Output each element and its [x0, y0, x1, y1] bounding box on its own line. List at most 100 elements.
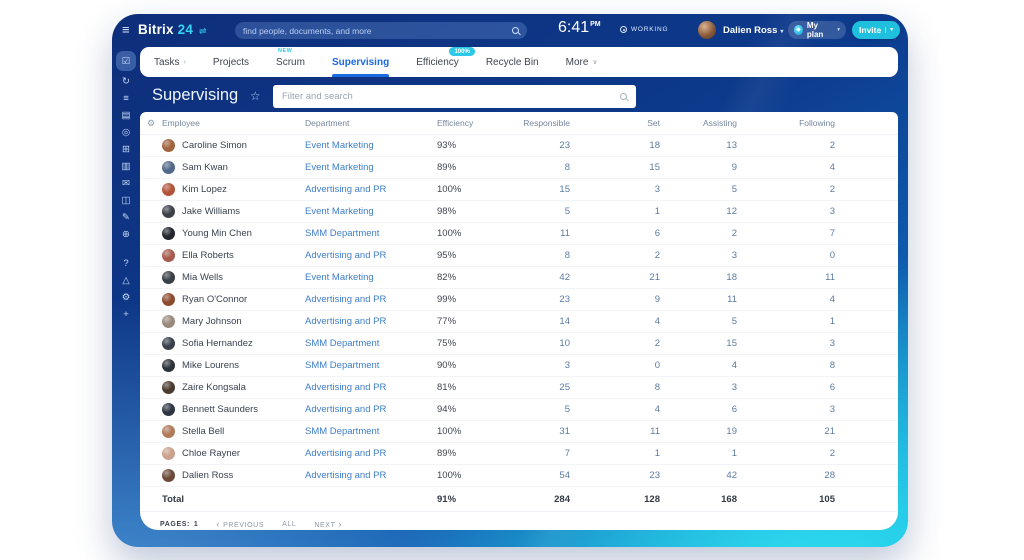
employee-cell[interactable]: Mary Johnson: [162, 315, 305, 328]
employee-cell[interactable]: Bennett Saunders: [162, 403, 305, 416]
set-count[interactable]: 21: [570, 272, 660, 283]
department-link[interactable]: SMM Department: [305, 360, 437, 371]
set-count[interactable]: 4: [570, 404, 660, 415]
employee-cell[interactable]: Sam Kwan: [162, 161, 305, 174]
employee-cell[interactable]: Zaire Kongsala: [162, 381, 305, 394]
responsible-count[interactable]: 5: [500, 206, 570, 217]
following-count[interactable]: 4: [737, 294, 835, 305]
bitrix24-logo[interactable]: Bitrix 24 ⇌: [138, 22, 207, 37]
following-count[interactable]: 8: [737, 360, 835, 371]
employee-cell[interactable]: Jake Williams: [162, 205, 305, 218]
user-avatar[interactable]: [698, 21, 716, 39]
table-row[interactable]: Stella BellSMM Department100%31111921: [140, 421, 898, 443]
user-menu[interactable]: Dalien Ross▾: [723, 25, 783, 36]
settings-icon[interactable]: ⚙: [116, 289, 136, 306]
department-link[interactable]: Event Marketing: [305, 272, 437, 283]
workspace-icon[interactable]: ▤: [116, 107, 136, 124]
following-count[interactable]: 3: [737, 206, 835, 217]
set-count[interactable]: 1: [570, 448, 660, 459]
employee-cell[interactable]: Stella Bell: [162, 425, 305, 438]
set-count[interactable]: 4: [570, 316, 660, 327]
following-count[interactable]: 4: [737, 162, 835, 173]
set-count[interactable]: 11: [570, 426, 660, 437]
assisting-count[interactable]: 13: [660, 140, 737, 151]
filter-search-input[interactable]: Filter and search: [273, 85, 636, 108]
help-icon[interactable]: ?: [116, 255, 136, 272]
assisting-count[interactable]: 11: [660, 294, 737, 305]
set-count[interactable]: 3: [570, 184, 660, 195]
table-settings-gear-icon[interactable]: ⚙: [140, 118, 162, 129]
menu-icon[interactable]: ≡: [122, 22, 130, 37]
following-count[interactable]: 1: [737, 316, 835, 327]
responsible-count[interactable]: 54: [500, 470, 570, 481]
department-link[interactable]: Advertising and PR: [305, 316, 437, 327]
employee-cell[interactable]: Kim Lopez: [162, 183, 305, 196]
set-count[interactable]: 0: [570, 360, 660, 371]
mail-icon[interactable]: ✉: [116, 175, 136, 192]
department-link[interactable]: Advertising and PR: [305, 470, 437, 481]
responsible-count[interactable]: 8: [500, 250, 570, 261]
department-link[interactable]: Advertising and PR: [305, 250, 437, 261]
responsible-count[interactable]: 11: [500, 228, 570, 239]
tasks-icon[interactable]: ☑: [116, 51, 136, 71]
invite-button[interactable]: Invite ▾: [852, 21, 900, 39]
following-count[interactable]: 6: [737, 382, 835, 393]
table-row[interactable]: Dalien RossAdvertising and PR100%5423422…: [140, 465, 898, 487]
following-count[interactable]: 21: [737, 426, 835, 437]
following-count[interactable]: 0: [737, 250, 835, 261]
tab-efficiency[interactable]: Efficiency100%: [416, 47, 459, 77]
column-header-following[interactable]: Following: [737, 118, 835, 128]
assisting-count[interactable]: 12: [660, 206, 737, 217]
following-count[interactable]: 2: [737, 140, 835, 151]
following-count[interactable]: 7: [737, 228, 835, 239]
table-row[interactable]: Mary JohnsonAdvertising and PR77%14451: [140, 311, 898, 333]
following-count[interactable]: 11: [737, 272, 835, 283]
tab-projects[interactable]: Projects: [213, 47, 249, 77]
favorite-star-icon[interactable]: ☆: [250, 89, 261, 103]
column-header-employee[interactable]: Employee: [162, 118, 305, 128]
following-count[interactable]: 28: [737, 470, 835, 481]
department-link[interactable]: SMM Department: [305, 228, 437, 239]
responsible-count[interactable]: 23: [500, 140, 570, 151]
assisting-count[interactable]: 4: [660, 360, 737, 371]
assisting-count[interactable]: 2: [660, 228, 737, 239]
set-count[interactable]: 23: [570, 470, 660, 481]
department-link[interactable]: Advertising and PR: [305, 294, 437, 305]
assisting-count[interactable]: 5: [660, 184, 737, 195]
employee-cell[interactable]: Dalien Ross: [162, 469, 305, 482]
table-row[interactable]: Kim LopezAdvertising and PR100%15352: [140, 179, 898, 201]
department-link[interactable]: Event Marketing: [305, 206, 437, 217]
department-link[interactable]: Event Marketing: [305, 162, 437, 173]
table-row[interactable]: Ella RobertsAdvertising and PR95%8230: [140, 245, 898, 267]
set-count[interactable]: 9: [570, 294, 660, 305]
table-row[interactable]: Chloe RaynerAdvertising and PR89%7112: [140, 443, 898, 465]
tab-more[interactable]: More∨: [566, 47, 598, 77]
employee-cell[interactable]: Ryan O'Connor: [162, 293, 305, 306]
employee-cell[interactable]: Chloe Rayner: [162, 447, 305, 460]
assisting-count[interactable]: 1: [660, 448, 737, 459]
column-header-responsible[interactable]: Responsible: [500, 118, 570, 128]
crm-icon[interactable]: ◎: [116, 124, 136, 141]
my-plan-button[interactable]: ◆ My plan ▾: [788, 21, 846, 39]
drive-icon[interactable]: ◫: [116, 192, 136, 209]
assisting-count[interactable]: 19: [660, 426, 737, 437]
department-link[interactable]: Advertising and PR: [305, 404, 437, 415]
table-row[interactable]: Sofia HernandezSMM Department75%102153: [140, 333, 898, 355]
next-page-button[interactable]: NEXT ›: [314, 519, 342, 529]
structure-icon[interactable]: △: [116, 272, 136, 289]
search-icon[interactable]: [512, 27, 519, 34]
responsible-count[interactable]: 10: [500, 338, 570, 349]
responsible-count[interactable]: 25: [500, 382, 570, 393]
responsible-count[interactable]: 7: [500, 448, 570, 459]
employee-cell[interactable]: Sofia Hernandez: [162, 337, 305, 350]
tab-scrum[interactable]: ScrumNEW: [276, 47, 305, 77]
filter-search-icon[interactable]: [620, 93, 627, 100]
table-row[interactable]: Bennett SaundersAdvertising and PR94%546…: [140, 399, 898, 421]
assisting-count[interactable]: 3: [660, 382, 737, 393]
assisting-count[interactable]: 5: [660, 316, 737, 327]
department-link[interactable]: SMM Department: [305, 426, 437, 437]
set-count[interactable]: 6: [570, 228, 660, 239]
sign-icon[interactable]: ✎: [116, 209, 136, 226]
assisting-count[interactable]: 18: [660, 272, 737, 283]
department-link[interactable]: SMM Department: [305, 338, 437, 349]
